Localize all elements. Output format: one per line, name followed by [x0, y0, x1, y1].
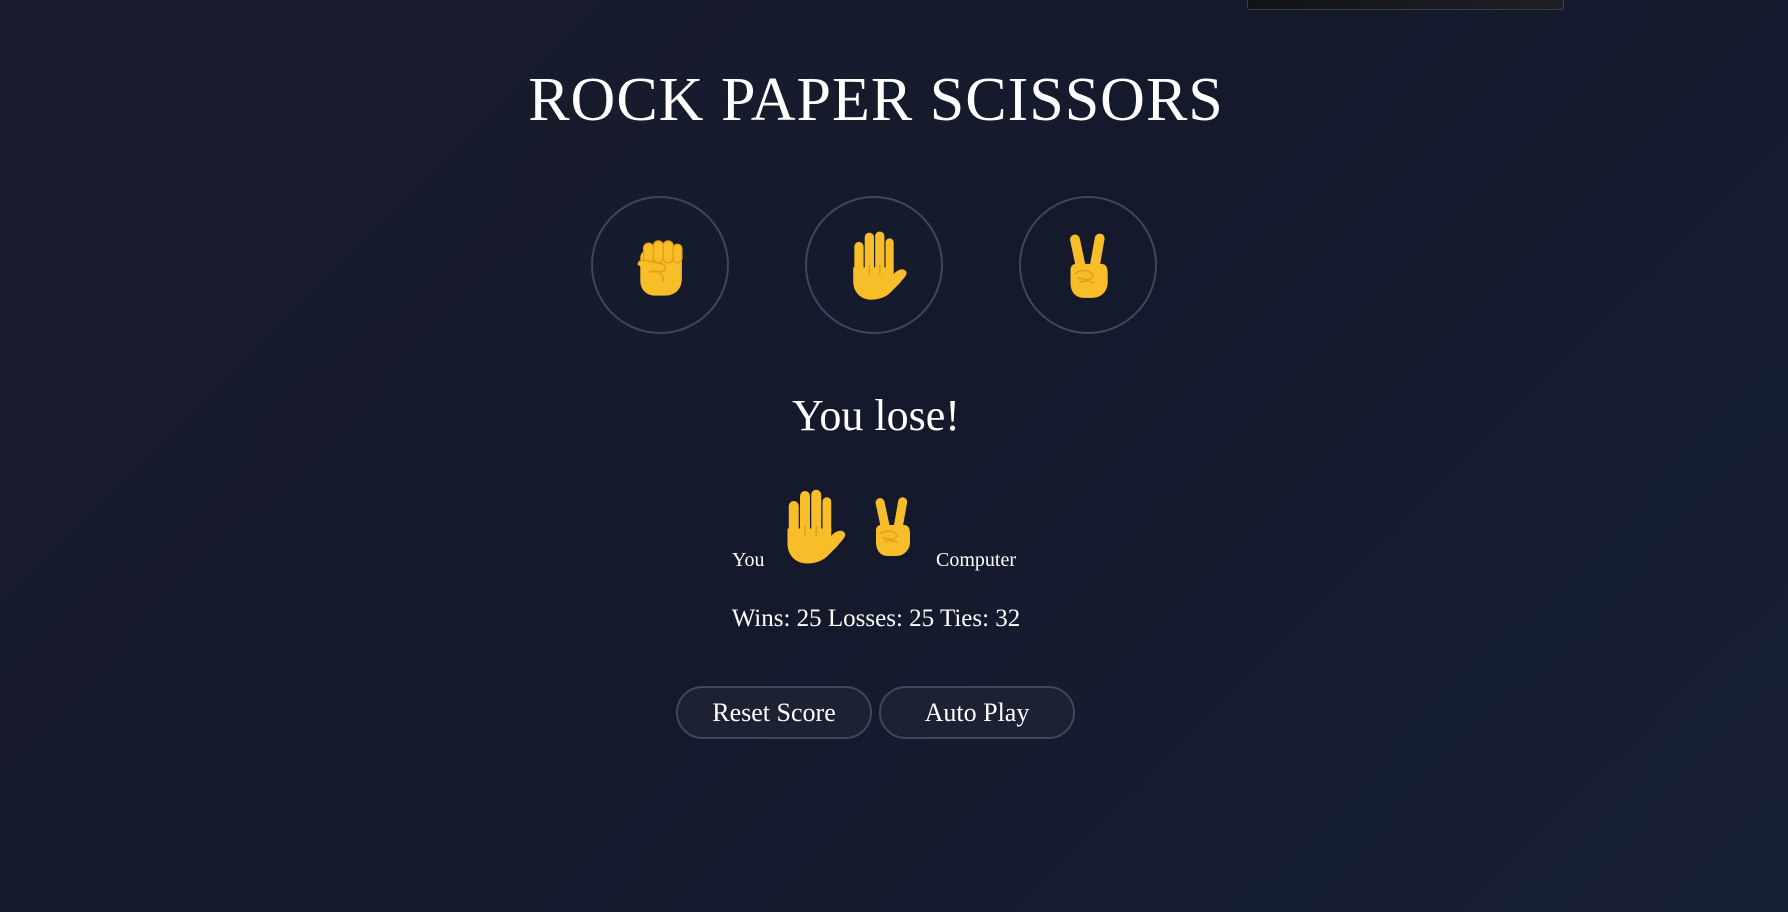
you-label: You: [732, 549, 765, 571]
reset-score-button[interactable]: Reset Score: [676, 686, 872, 739]
computer-move-victory-hand-icon: [860, 486, 924, 571]
computer-label: Computer: [936, 549, 1016, 571]
moves-display: You Computer: [0, 486, 1752, 571]
raised-hand-icon: [837, 228, 911, 302]
scissors-button[interactable]: [1019, 196, 1157, 334]
browser-overlay-fragment: [1247, 0, 1564, 10]
result-text: You lose!: [792, 391, 960, 440]
victory-hand-icon: [1053, 230, 1123, 300]
rock-button[interactable]: [591, 196, 729, 334]
page-title: ROCK PAPER SCISSORS: [528, 66, 1224, 134]
auto-play-button[interactable]: Auto Play: [879, 686, 1075, 739]
player-move-raised-hand-icon: [770, 486, 850, 571]
score-text: Wins: 25 Losses: 25 Ties: 32: [731, 605, 1021, 632]
raised-fist-icon: [625, 230, 695, 300]
paper-button[interactable]: [805, 196, 943, 334]
